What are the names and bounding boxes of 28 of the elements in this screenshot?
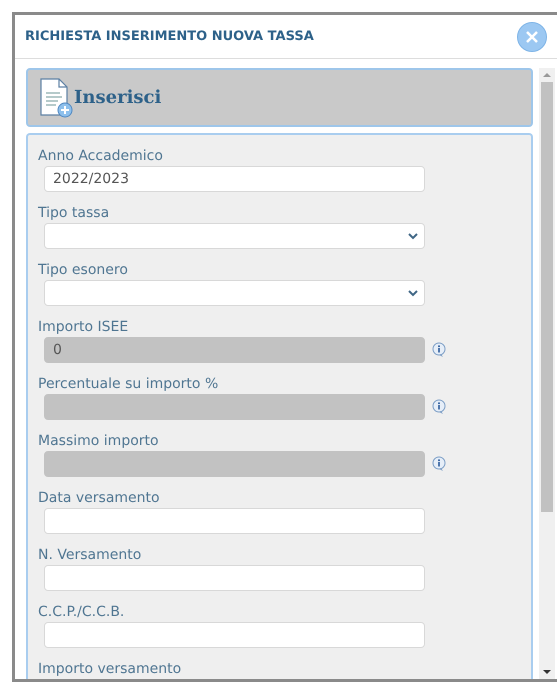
dropdown[interactable] xyxy=(44,223,425,249)
info-icon[interactable] xyxy=(431,342,447,358)
header-title: Inserisci xyxy=(74,86,162,110)
scrollbar[interactable] xyxy=(539,68,555,679)
field-label: Importo ISEE xyxy=(38,318,130,337)
field-label: Tipo tassa xyxy=(38,204,110,223)
add-document-icon xyxy=(38,76,74,118)
field-label: Importo versamento xyxy=(38,660,182,679)
info-icon[interactable] xyxy=(431,399,447,415)
input-field[interactable] xyxy=(44,508,425,534)
input-field[interactable] xyxy=(44,622,425,648)
input-field[interactable] xyxy=(44,565,425,591)
field-label: Tipo esonero xyxy=(38,261,129,280)
field-label: C.C.P./C.C.B. xyxy=(38,603,126,622)
dropdown[interactable] xyxy=(44,280,425,306)
chevron-down-icon xyxy=(408,290,418,296)
field-label: Percentuale su importo % xyxy=(38,375,220,394)
close-button[interactable] xyxy=(517,22,547,52)
field-label: N. Versamento xyxy=(38,546,142,565)
info-icon[interactable] xyxy=(431,456,447,472)
field-label: Massimo importo xyxy=(38,432,160,451)
input-field[interactable]: 2022/2023 xyxy=(44,166,425,192)
chevron-down-icon xyxy=(408,232,418,240)
scroll-thumb[interactable] xyxy=(541,82,553,512)
field-label: Anno Accademico xyxy=(38,147,164,166)
field-label: Data versamento xyxy=(38,489,161,508)
close-icon xyxy=(525,30,539,44)
window-title: RICHIESTA INSERIMENTO NUOVA TASSA xyxy=(25,28,314,46)
